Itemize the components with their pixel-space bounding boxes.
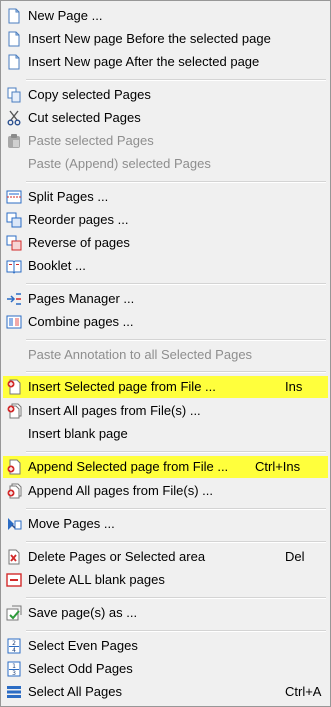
menu-item-label: Reverse of pages xyxy=(28,235,130,250)
menu-item-select-all[interactable]: Select All Pages Ctrl+A xyxy=(3,681,328,703)
menu-item-label: Paste selected Pages xyxy=(28,133,154,148)
menu-separator xyxy=(26,283,326,285)
menu-separator xyxy=(26,597,326,599)
menu-item-new-page[interactable]: New Page ... xyxy=(3,5,328,27)
split-icon xyxy=(6,189,22,205)
move-pages-icon xyxy=(6,516,22,532)
menu-item-label: Booklet ... xyxy=(28,258,86,273)
svg-text:1: 1 xyxy=(12,663,16,670)
menu-separator xyxy=(26,630,326,632)
insert-pages-icon xyxy=(6,403,22,419)
menu-item-label: Cut selected Pages xyxy=(28,110,141,125)
menu-item-label: Combine pages ... xyxy=(28,314,134,329)
pages-context-menu: New Page ... Insert New page Before the … xyxy=(0,0,331,707)
menu-item-label: Insert New page After the selected page xyxy=(28,54,260,69)
menu-item-shortcut: Ins xyxy=(285,379,303,394)
menu-item-shortcut: Del xyxy=(285,549,305,564)
menu-item-label: Move Pages ... xyxy=(28,516,115,531)
menu-separator xyxy=(26,451,326,453)
menu-item-move[interactable]: Move Pages ... xyxy=(3,513,328,535)
menu-item-label: Insert All pages from File(s) ... xyxy=(28,403,201,418)
menu-item-label: Reorder pages ... xyxy=(28,212,129,227)
menu-item-paste-append[interactable]: Paste (Append) selected Pages xyxy=(3,153,328,175)
menu-item-split[interactable]: Split Pages ... xyxy=(3,186,328,208)
menu-item-label: Append All pages from File(s) ... xyxy=(28,483,213,498)
menu-item-label: Select All Pages xyxy=(28,684,122,699)
copy-icon xyxy=(6,87,22,103)
page-icon xyxy=(6,8,22,24)
combine-icon xyxy=(6,314,22,330)
booklet-icon xyxy=(6,258,22,274)
menu-item-select-odd[interactable]: 13 Select Odd Pages xyxy=(3,658,328,680)
menu-item-insert-blank[interactable]: Insert blank page xyxy=(3,423,328,445)
menu-item-append-all[interactable]: Append All pages from File(s) ... xyxy=(3,480,328,502)
clipboard-icon xyxy=(6,133,22,149)
pages-manager-icon xyxy=(6,291,22,307)
menu-item-label: Select Odd Pages xyxy=(28,661,133,676)
svg-text:3: 3 xyxy=(12,670,16,677)
menu-item-pages-manager[interactable]: Pages Manager ... xyxy=(3,288,328,310)
delete-blank-icon xyxy=(6,572,22,588)
menu-item-label: Save page(s) as ... xyxy=(28,605,138,620)
select-all-icon xyxy=(6,684,22,700)
menu-separator xyxy=(26,79,326,81)
menu-item-save-as[interactable]: Save page(s) as ... xyxy=(3,602,328,624)
menu-item-select-even[interactable]: 24 Select Even Pages xyxy=(3,635,328,657)
menu-item-label: Insert New page Before the selected page xyxy=(28,31,271,46)
menu-item-reverse[interactable]: Reverse of pages xyxy=(3,232,328,254)
append-pages-icon xyxy=(6,483,22,499)
insert-page-icon xyxy=(6,379,22,395)
menu-item-copy[interactable]: Copy selected Pages xyxy=(3,84,328,106)
menu-item-insert-all[interactable]: Insert All pages from File(s) ... xyxy=(3,400,328,422)
menu-item-label: Paste (Append) selected Pages xyxy=(28,156,211,171)
menu-separator xyxy=(26,339,326,341)
menu-item-label: Insert Selected page from File ... xyxy=(28,379,216,394)
menu-item-insert-before[interactable]: Insert New page Before the selected page xyxy=(3,28,328,50)
menu-item-shortcut: Ctrl+A xyxy=(285,684,322,699)
menu-item-insert-selected[interactable]: Insert Selected page from File ... Ins xyxy=(3,376,328,398)
menu-item-shortcut: Ctrl+Ins xyxy=(255,459,301,474)
scissors-icon xyxy=(6,110,22,126)
menu-separator xyxy=(26,371,326,373)
menu-item-label: Delete ALL blank pages xyxy=(28,572,165,587)
menu-item-delete[interactable]: Delete Pages or Selected area Del xyxy=(3,546,328,568)
menu-separator xyxy=(26,541,326,543)
save-pages-icon xyxy=(6,605,22,621)
menu-item-reorder[interactable]: Reorder pages ... xyxy=(3,209,328,231)
menu-item-label: Insert blank page xyxy=(28,426,128,441)
page-icon xyxy=(6,54,22,70)
menu-item-combine[interactable]: Combine pages ... xyxy=(3,311,328,333)
select-even-icon: 24 xyxy=(6,638,22,654)
append-page-icon xyxy=(6,459,22,475)
menu-item-label: Copy selected Pages xyxy=(28,87,151,102)
menu-item-paste-annotation[interactable]: Paste Annotation to all Selected Pages xyxy=(3,344,328,366)
reverse-icon xyxy=(6,235,22,251)
menu-item-label: Append Selected page from File ... xyxy=(28,459,229,474)
svg-text:4: 4 xyxy=(12,647,16,654)
menu-item-label: Pages Manager ... xyxy=(28,291,135,306)
menu-item-label: Delete Pages or Selected area xyxy=(28,549,206,564)
menu-item-label: Split Pages ... xyxy=(28,189,109,204)
menu-item-booklet[interactable]: Booklet ... xyxy=(3,255,328,277)
menu-item-label: New Page ... xyxy=(28,8,103,23)
menu-item-label: Select Even Pages xyxy=(28,638,138,653)
delete-page-icon xyxy=(6,549,22,565)
menu-item-paste[interactable]: Paste selected Pages xyxy=(3,130,328,152)
menu-separator xyxy=(26,181,326,183)
menu-item-delete-blank[interactable]: Delete ALL blank pages xyxy=(3,569,328,591)
page-icon xyxy=(6,31,22,47)
menu-item-label: Paste Annotation to all Selected Pages xyxy=(28,347,253,362)
menu-separator xyxy=(26,508,326,510)
svg-text:2: 2 xyxy=(12,640,16,647)
reorder-icon xyxy=(6,212,22,228)
menu-item-append-selected[interactable]: Append Selected page from File ... Ctrl+… xyxy=(3,456,328,478)
menu-item-cut[interactable]: Cut selected Pages xyxy=(3,107,328,129)
select-odd-icon: 13 xyxy=(6,661,22,677)
menu-item-insert-after[interactable]: Insert New page After the selected page xyxy=(3,51,328,73)
